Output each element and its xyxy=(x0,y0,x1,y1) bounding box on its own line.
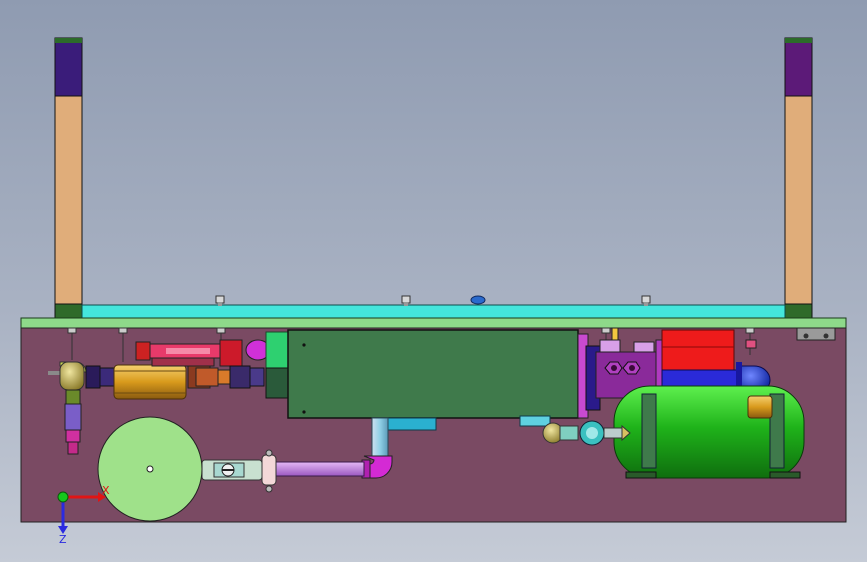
cyan-connector-small xyxy=(519,415,551,427)
x-axis-label: X xyxy=(102,484,110,497)
pipe-coupling[interactable] xyxy=(85,365,115,389)
cyan-beam[interactable] xyxy=(81,295,786,319)
right-post[interactable] xyxy=(784,37,813,319)
terminal-block-base xyxy=(265,367,291,399)
right-fastener xyxy=(745,339,757,349)
red-valve-assembly[interactable] xyxy=(135,339,243,367)
cyan-connector xyxy=(387,417,437,431)
terminal-block[interactable] xyxy=(265,331,291,369)
horizontal-pipe[interactable] xyxy=(269,461,365,477)
z-axis-label: Z xyxy=(59,533,67,546)
control-box[interactable] xyxy=(287,329,579,419)
corner-bracket xyxy=(796,327,836,341)
gold-filter-cylinder[interactable] xyxy=(113,364,187,400)
top-plate[interactable] xyxy=(20,317,847,329)
cad-model-scene[interactable]: X Z xyxy=(0,0,867,562)
hex-coupling[interactable] xyxy=(229,365,265,389)
left-post[interactable] xyxy=(54,37,83,319)
beam-clip xyxy=(470,295,486,305)
cad-viewport[interactable]: X Z xyxy=(0,0,867,562)
tank-fitting[interactable] xyxy=(747,395,773,419)
y-axis-origin xyxy=(57,491,69,503)
red-solenoid-box[interactable] xyxy=(661,329,735,373)
green-disk[interactable] xyxy=(97,416,203,522)
ball-valve[interactable] xyxy=(201,459,263,481)
air-tank[interactable] xyxy=(613,385,805,479)
